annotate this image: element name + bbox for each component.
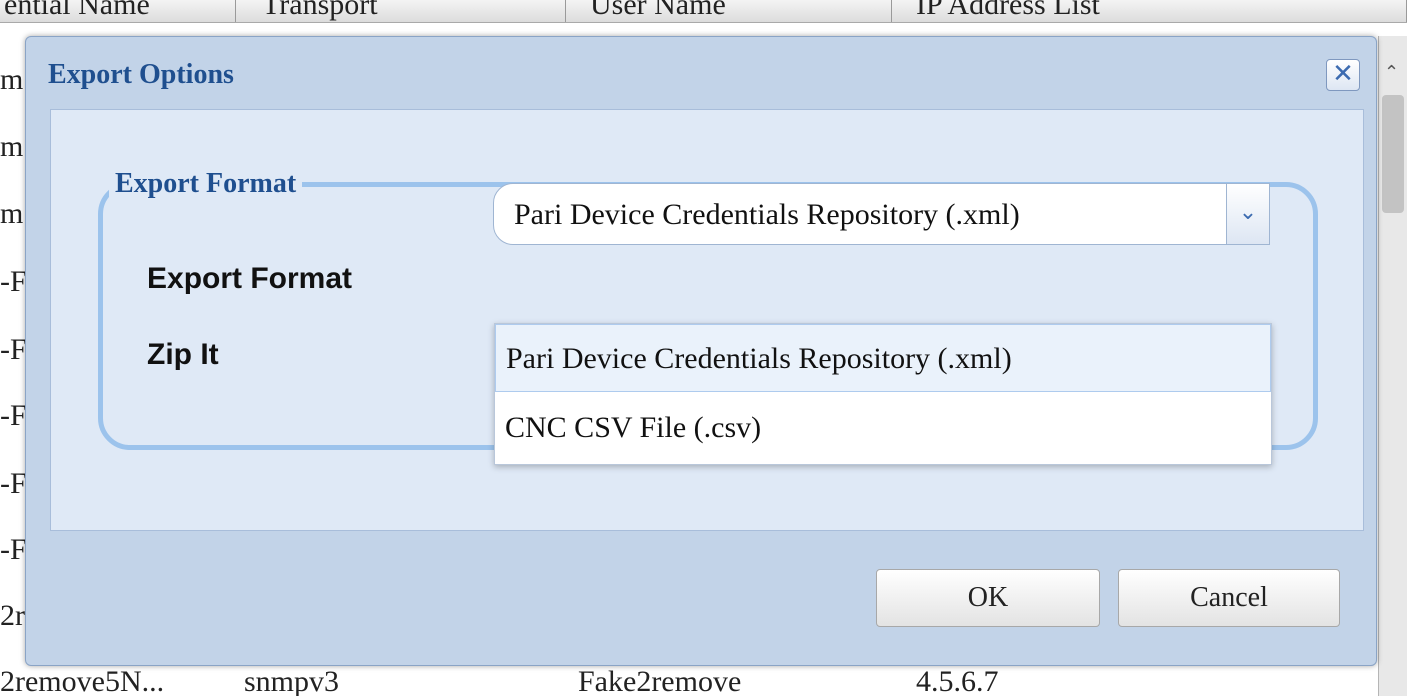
- column-header-ip-address-list[interactable]: IP Address List: [892, 0, 1407, 22]
- export-format-select[interactable]: Pari Device Credentials Repository (.xml…: [493, 183, 1251, 245]
- chevron-down-icon: ⌄: [1238, 200, 1258, 225]
- table-cell-transport[interactable]: snmpv3: [244, 668, 544, 696]
- zip-it-label: Zip It: [147, 338, 219, 371]
- option-cnc-csv[interactable]: CNC CSV File (.csv): [495, 394, 1271, 462]
- close-icon: ✕: [1332, 59, 1354, 89]
- dropdown-toggle-button[interactable]: ⌄: [1226, 183, 1270, 245]
- dialog-body: Export Format Export Format Zip It: [50, 109, 1364, 531]
- table-header: ential Name Transport User Name IP Addre…: [0, 0, 1407, 23]
- option-pari-xml[interactable]: Pari Device Credentials Repository (.xml…: [495, 324, 1271, 392]
- export-format-dropdown: Pari Device Credentials Repository (.xml…: [494, 323, 1272, 465]
- fieldset-legend: Export Format: [109, 168, 303, 200]
- column-header-user-name[interactable]: User Name: [566, 0, 892, 22]
- column-header-transport[interactable]: Transport: [236, 0, 566, 22]
- table-cell-ip-address[interactable]: 4.5.6.7: [916, 668, 1216, 696]
- table-cell-credential-name[interactable]: 2remove5N...: [0, 668, 220, 696]
- scrollbar-thumb[interactable]: [1382, 95, 1404, 213]
- cancel-button[interactable]: Cancel: [1118, 569, 1340, 627]
- chevron-up-icon[interactable]: ⌃: [1384, 62, 1399, 83]
- ok-button[interactable]: OK: [876, 569, 1100, 627]
- select-value: Pari Device Credentials Repository (.xml…: [514, 198, 1020, 231]
- export-format-label: Export Format: [147, 262, 353, 295]
- export-options-dialog: Export Options ✕ Export Format Export Fo…: [25, 36, 1377, 666]
- column-header-credential-name[interactable]: ential Name: [0, 0, 236, 22]
- dialog-title: Export Options: [48, 59, 234, 90]
- close-button[interactable]: ✕: [1326, 59, 1360, 91]
- table-cell-user-name[interactable]: Fake2remove: [578, 668, 878, 696]
